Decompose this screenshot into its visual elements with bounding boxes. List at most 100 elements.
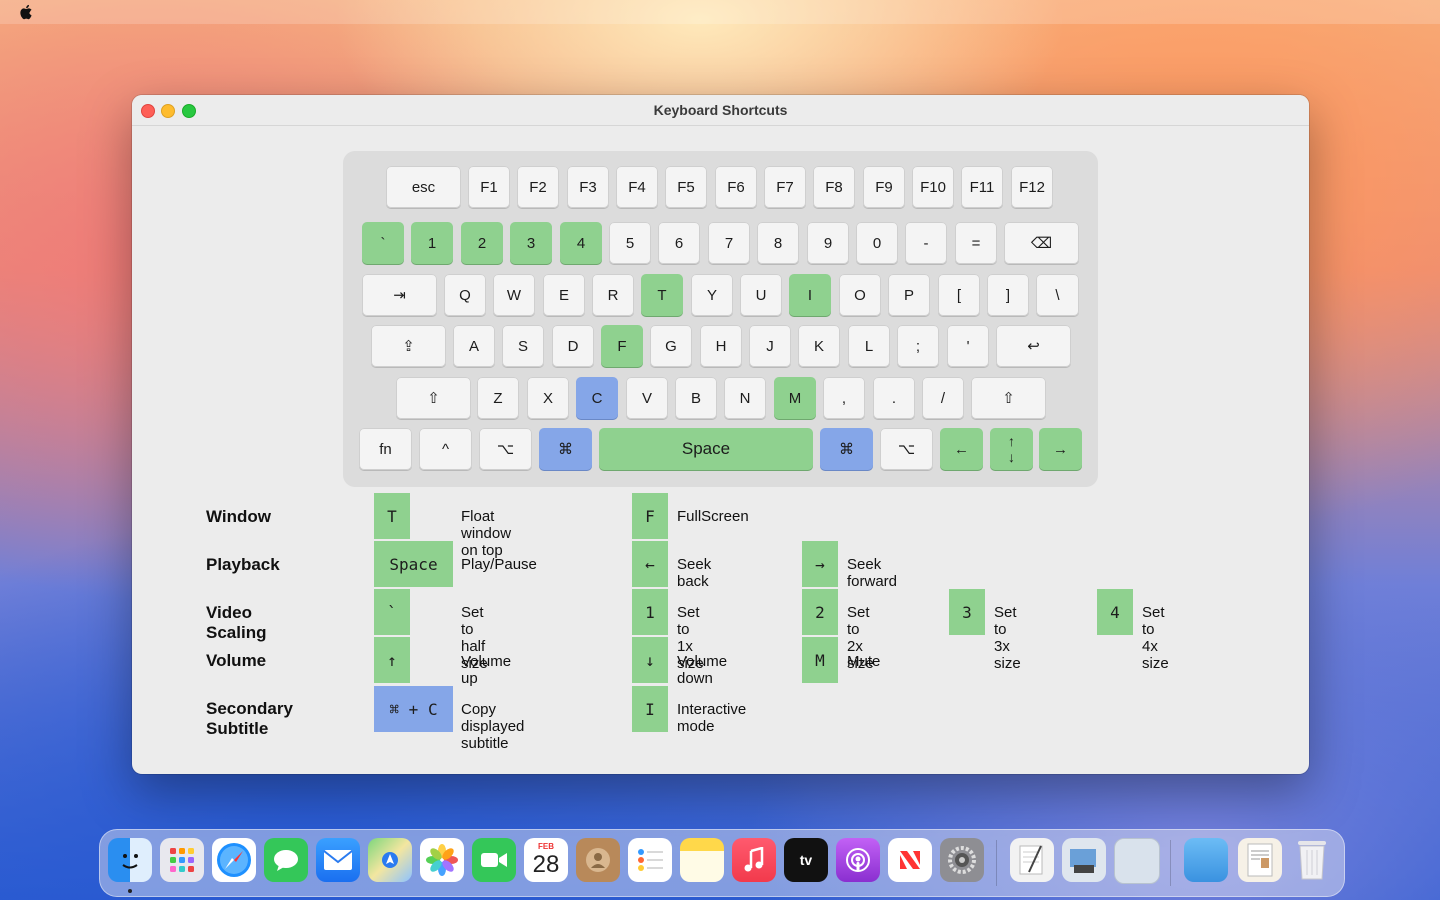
generic-window-icon[interactable] xyxy=(1114,838,1160,884)
key-semicolon: ; xyxy=(897,325,939,367)
podcasts-icon[interactable] xyxy=(836,838,880,882)
desc-float-on-top: Float window on top xyxy=(461,508,512,559)
category-volume: Volume xyxy=(206,651,267,670)
calendar-icon[interactable]: FEB 28 xyxy=(524,838,568,882)
key-backslash: \ xyxy=(1036,274,1079,316)
maps-icon[interactable] xyxy=(368,838,412,882)
music-icon[interactable] xyxy=(732,838,776,882)
key-3: 3 xyxy=(510,222,552,264)
key-f11: F11 xyxy=(961,166,1003,208)
key-h: H xyxy=(700,325,742,367)
key-delete: ⌫ xyxy=(1004,222,1079,264)
key-up-down-arrows: ↑ ↓ xyxy=(990,428,1033,470)
system-settings-icon[interactable] xyxy=(940,838,984,882)
key-f10: F10 xyxy=(912,166,954,208)
key-o: O xyxy=(839,274,881,316)
chip-2: 2 xyxy=(802,589,838,635)
desc-seek-forward: Seek forward xyxy=(847,556,898,590)
desc-3x-size: Set to 3x size xyxy=(994,604,1021,672)
key-left-option: ⌥ xyxy=(479,428,532,470)
key-return: ↩ xyxy=(996,325,1071,367)
key-r: R xyxy=(592,274,634,316)
chip-1: 1 xyxy=(632,589,668,635)
key-f9: F9 xyxy=(863,166,905,208)
key-slash: / xyxy=(922,377,964,419)
chip-3: 3 xyxy=(949,589,985,635)
key-f2: F2 xyxy=(517,166,559,208)
chip-down-arrow: ↓ xyxy=(632,637,668,683)
dock: FEB 28 tv xyxy=(99,829,1345,897)
chip-right-arrow: → xyxy=(802,541,838,587)
facetime-icon[interactable] xyxy=(472,838,516,882)
key-m: M xyxy=(774,377,816,419)
chip-backtick: ` xyxy=(374,589,410,635)
key-left-shift: ⇧ xyxy=(396,377,471,419)
key-k: K xyxy=(798,325,840,367)
key-y: Y xyxy=(691,274,733,316)
key-right-command: ⌘ xyxy=(820,428,873,470)
key-f12: F12 xyxy=(1011,166,1053,208)
chip-space: Space xyxy=(374,541,453,587)
desc-mute: Mute xyxy=(847,653,881,670)
key-2: 2 xyxy=(461,222,503,264)
desc-interactive-mode: Interactive mode xyxy=(677,701,747,735)
key-left-command: ⌘ xyxy=(539,428,592,470)
calendar-day: 28 xyxy=(532,851,560,878)
key-comma: , xyxy=(823,377,865,419)
key-j: J xyxy=(749,325,791,367)
key-z: Z xyxy=(477,377,519,419)
key-left-arrow: ← xyxy=(940,428,983,470)
document-icon[interactable] xyxy=(1238,838,1282,882)
menu-bar xyxy=(0,0,1440,24)
chip-t: T xyxy=(374,493,410,539)
contacts-icon[interactable] xyxy=(576,838,620,882)
key-capslock: ⇪ xyxy=(371,325,446,367)
notes-icon[interactable] xyxy=(680,838,724,882)
key-p: P xyxy=(888,274,930,316)
key-i: I xyxy=(789,274,831,316)
safari-icon[interactable] xyxy=(212,838,256,882)
trash-icon[interactable] xyxy=(1290,838,1334,882)
key-quote: ' xyxy=(947,325,989,367)
messages-icon[interactable] xyxy=(264,838,308,882)
key-f4: F4 xyxy=(616,166,658,208)
key-0: 0 xyxy=(856,222,898,264)
reminders-icon[interactable] xyxy=(628,838,672,882)
key-e: E xyxy=(543,274,585,316)
keyboard-shortcuts-window: Keyboard Shortcuts esc F1 F2 F3 F4 F5 F6… xyxy=(132,95,1309,774)
key-w: W xyxy=(493,274,535,316)
title-bar: Keyboard Shortcuts xyxy=(132,95,1309,126)
category-secondary-subtitle: Secondary Subtitle xyxy=(206,699,293,738)
news-icon[interactable] xyxy=(888,838,932,882)
key-space: Space xyxy=(599,428,813,470)
key-f7: F7 xyxy=(764,166,806,208)
finder-icon[interactable] xyxy=(108,838,152,882)
chip-4: 4 xyxy=(1097,589,1133,635)
category-video-scaling: Video Scaling xyxy=(206,603,267,642)
key-f8: F8 xyxy=(813,166,855,208)
launchpad-icon[interactable] xyxy=(160,838,204,882)
apple-tv-icon[interactable]: tv xyxy=(784,838,828,882)
apple-menu-icon[interactable] xyxy=(18,3,36,21)
key-n: N xyxy=(724,377,766,419)
photos-icon[interactable] xyxy=(420,838,464,882)
key-u: U xyxy=(740,274,782,316)
desc-seek-back: Seek back xyxy=(677,556,712,590)
preview-icon[interactable] xyxy=(1062,838,1106,882)
key-4: 4 xyxy=(560,222,602,264)
key-g: G xyxy=(650,325,692,367)
desc-fullscreen: FullScreen xyxy=(677,508,749,525)
key-a: A xyxy=(453,325,495,367)
desc-play-pause: Play/Pause xyxy=(461,556,537,573)
key-control: ^ xyxy=(419,428,472,470)
mail-icon[interactable] xyxy=(316,838,360,882)
category-playback: Playback xyxy=(206,555,280,574)
chip-f: F xyxy=(632,493,668,539)
key-tab: ⇥ xyxy=(362,274,437,316)
folder-icon[interactable] xyxy=(1184,838,1228,882)
chip-up-arrow: ↑ xyxy=(374,637,410,683)
key-6: 6 xyxy=(658,222,700,264)
chip-left-arrow: ← xyxy=(632,541,668,587)
key-f: F xyxy=(601,325,643,367)
textedit-icon[interactable] xyxy=(1010,838,1054,882)
